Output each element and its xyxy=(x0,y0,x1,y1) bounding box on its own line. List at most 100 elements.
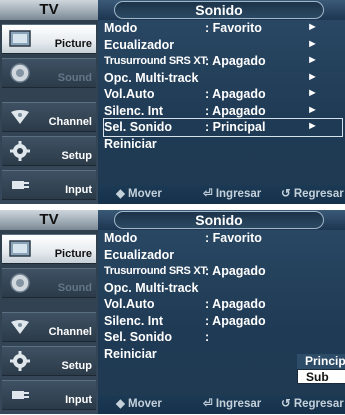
sidebar-item-sound[interactable]: Sound xyxy=(2,268,96,298)
menu-row-modo[interactable]: Modo : Favorito xyxy=(104,230,345,247)
menu-row-reiniciar[interactable]: Reiniciar xyxy=(104,136,345,153)
row-value: : Favorito xyxy=(205,231,262,245)
arrow-right-icon: ► xyxy=(307,103,318,116)
row-value: : Apagado xyxy=(205,54,266,68)
picture-icon xyxy=(9,240,31,257)
sidebar: TV Picture Sound Channel Setup Input xyxy=(0,210,98,414)
sound-menu-panel-2: TV Picture Sound Channel Setup Input Son… xyxy=(0,210,345,414)
menu-row-ecualizador[interactable]: Ecualizador ► xyxy=(104,37,345,54)
arrow-right-icon: ► xyxy=(307,21,318,33)
row-label: Sel. Sonido xyxy=(104,120,173,134)
menu-row-sel-sonido[interactable]: Sel. Sonido : Principal ► xyxy=(103,118,343,137)
menu-row-vol-auto[interactable]: Vol.Auto : Apagado xyxy=(104,296,345,313)
row-value: : Favorito xyxy=(205,21,262,35)
tv-header: TV xyxy=(0,0,98,20)
row-value: : Apagado xyxy=(205,264,266,278)
menu-row-silenc-int[interactable]: Silenc. Int : Apagado xyxy=(104,313,345,330)
plug-icon xyxy=(12,391,29,399)
menu-row-ecualizador[interactable]: Ecualizador xyxy=(104,247,345,264)
row-label: Reiniciar xyxy=(104,346,157,361)
row-label: Vol.Auto xyxy=(104,297,155,311)
row-label: Modo xyxy=(104,231,138,245)
title-bar: Sonido xyxy=(98,210,345,230)
row-label: Opc. Multi-track xyxy=(104,280,199,295)
sidebar-item-channel[interactable]: Channel xyxy=(2,102,96,132)
row-label: Ecualizador xyxy=(104,37,175,52)
dropdown-option-sub[interactable]: Sub xyxy=(297,369,345,384)
menu-row-trusurround[interactable]: Trusurround SRS XT : Apagado xyxy=(104,263,345,280)
row-label: Vol.Auto xyxy=(104,87,155,101)
gear-icon xyxy=(10,351,30,371)
menu-row-multitrack[interactable]: Opc. Multi-track xyxy=(104,280,345,297)
sel-sonido-dropdown[interactable]: Principal Sub xyxy=(297,354,345,384)
arrow-right-icon: ► xyxy=(307,87,318,99)
sidebar-item-label: Channel xyxy=(48,326,92,338)
menu-row-modo[interactable]: Modo : Favorito ► xyxy=(104,20,345,37)
hint-enter: ⏎ Ingresar xyxy=(203,398,262,410)
satellite-dish-icon xyxy=(11,320,29,334)
bottom-hint-bar: ◆ Mover ⏎ Ingresar ↺ Regresar xyxy=(98,185,345,204)
row-value: : Principal xyxy=(205,120,266,134)
sidebar: TV Picture Sound Channel Setup Input xyxy=(0,0,98,204)
row-value: : xyxy=(205,330,210,344)
satellite-dish-icon xyxy=(11,110,29,124)
sidebar-item-picture[interactable]: Picture xyxy=(2,234,96,264)
sidebar-item-label: Input xyxy=(65,184,92,196)
hint-move: ◆ Mover xyxy=(116,188,162,200)
sidebar-item-setup[interactable]: Setup xyxy=(2,136,96,166)
picture-icon xyxy=(9,30,31,47)
sidebar-item-label: Setup xyxy=(61,360,92,372)
title-bar: Sonido xyxy=(98,0,345,20)
arrow-right-icon: ► xyxy=(307,70,318,83)
row-value: : Apagado xyxy=(205,297,266,311)
menu-title: Sonido xyxy=(114,1,324,19)
arrow-right-icon: ► xyxy=(307,120,318,132)
menu-row-trusurround[interactable]: Trusurround SRS XT : Apagado ► xyxy=(104,53,345,70)
bottom-hint-bar: ◆ Mover ⏎ Ingresar ↺ Regresar xyxy=(98,395,345,414)
row-label: Sel. Sonido xyxy=(104,330,173,344)
row-value: : Apagado xyxy=(205,313,266,328)
gear-icon xyxy=(10,141,30,161)
dropdown-option-principal[interactable]: Principal xyxy=(297,354,345,369)
row-value: : Apagado xyxy=(205,87,266,101)
menu-list: Modo : Favorito Ecualizador Trusurround … xyxy=(104,230,345,362)
hint-return: ↺ Regresar xyxy=(281,188,344,200)
sidebar-item-label: Sound xyxy=(57,282,92,294)
menu-list: Modo : Favorito ► Ecualizador ► Trusurro… xyxy=(103,20,345,153)
menu-row-multitrack[interactable]: Opc. Multi-track ► xyxy=(104,70,345,87)
speaker-icon xyxy=(10,273,30,293)
sidebar-item-label: Sound xyxy=(57,72,92,84)
hint-return: ↺ Regresar xyxy=(281,398,344,410)
row-label: Opc. Multi-track xyxy=(104,70,199,85)
row-value: : Apagado xyxy=(205,103,266,118)
sidebar-item-label: Channel xyxy=(48,116,92,128)
sidebar-item-setup[interactable]: Setup xyxy=(2,346,96,376)
arrow-right-icon: ► xyxy=(307,37,318,50)
row-label: Silenc. Int xyxy=(104,103,164,118)
row-label: Trusurround SRS XT xyxy=(104,55,207,67)
row-label: Ecualizador xyxy=(104,247,175,262)
menu-area: Sonido Modo : Favorito ► Ecualizador ► T… xyxy=(98,0,345,204)
hint-enter: ⏎ Ingresar xyxy=(203,188,262,200)
menu-row-sel-sonido[interactable]: Sel. Sonido : xyxy=(104,329,345,346)
row-label: Reiniciar xyxy=(104,136,157,151)
sidebar-item-label: Picture xyxy=(54,38,92,50)
menu-row-vol-auto[interactable]: Vol.Auto : Apagado ► xyxy=(104,86,345,103)
row-label: Silenc. Int xyxy=(104,313,164,328)
hint-move: ◆ Mover xyxy=(116,398,162,410)
plug-icon xyxy=(12,181,29,189)
row-label: Trusurround SRS XT xyxy=(104,265,207,277)
menu-title: Sonido xyxy=(114,211,324,229)
sidebar-item-picture[interactable]: Picture xyxy=(2,24,96,54)
menu-area: Sonido Modo : Favorito Ecualizador Trusu… xyxy=(98,210,345,414)
sidebar-item-channel[interactable]: Channel xyxy=(2,312,96,342)
sidebar-item-sound[interactable]: Sound xyxy=(2,58,96,88)
sound-menu-panel-1: TV Picture Sound Channel Setup Input Son… xyxy=(0,0,345,204)
arrow-right-icon: ► xyxy=(307,54,318,66)
sidebar-item-label: Input xyxy=(65,394,92,406)
menu-row-silenc-int[interactable]: Silenc. Int : Apagado ► xyxy=(104,103,345,120)
tv-header: TV xyxy=(0,210,98,230)
sidebar-item-label: Picture xyxy=(54,248,92,260)
sidebar-item-input[interactable]: Input xyxy=(2,380,96,410)
sidebar-item-input[interactable]: Input xyxy=(2,170,96,200)
